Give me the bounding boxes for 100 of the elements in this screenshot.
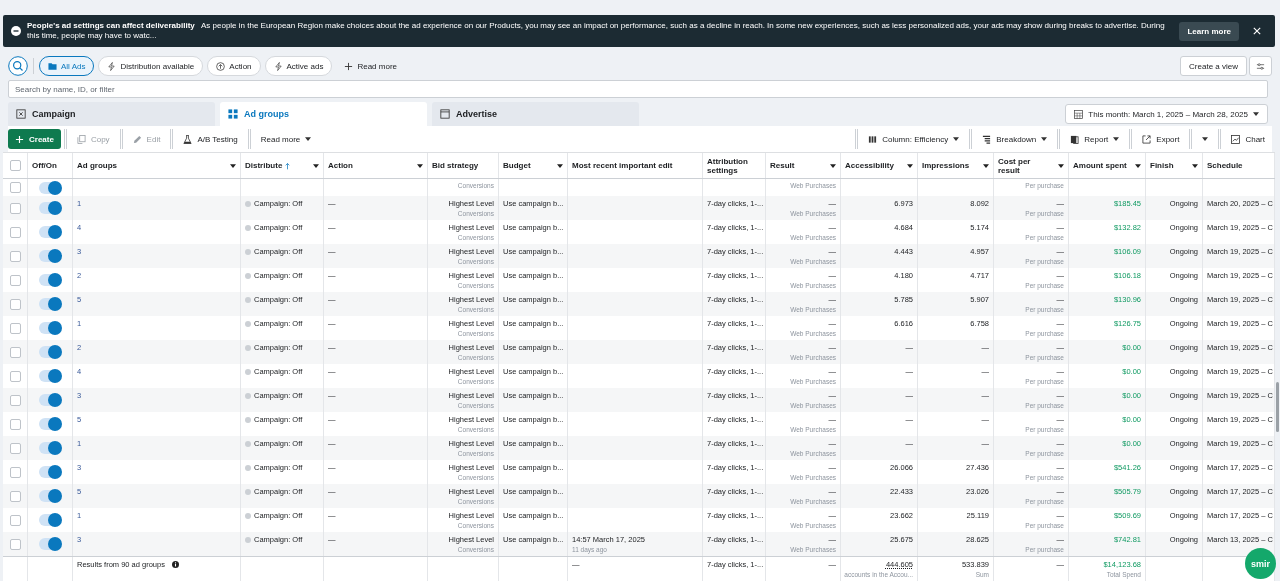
row-checkbox[interactable]: [9, 514, 21, 526]
row-checkbox[interactable]: [9, 202, 21, 214]
tab[interactable]: Advertise: [432, 102, 639, 126]
toggle-switch[interactable]: [39, 226, 61, 238]
toggle-switch[interactable]: [39, 466, 61, 478]
create-button[interactable]: Create: [8, 129, 61, 149]
row-checkbox[interactable]: [9, 442, 21, 454]
toggle-switch[interactable]: [39, 490, 61, 502]
lightning-icon: [107, 61, 117, 71]
row-checkbox[interactable]: [9, 274, 21, 286]
chart-icon: [1231, 134, 1241, 144]
toggle-switch[interactable]: [39, 370, 61, 382]
caret-icon[interactable]: [1058, 163, 1064, 168]
tab[interactable]: Ad groups: [220, 102, 427, 126]
folder-icon: [48, 61, 57, 71]
toggle-switch[interactable]: [39, 418, 61, 430]
column-header[interactable]: Most recent important edit: [572, 161, 673, 170]
pencil-icon: [132, 134, 142, 144]
column-header[interactable]: Bid strategy: [432, 161, 479, 170]
toggle-switch[interactable]: [39, 442, 61, 454]
column-header[interactable]: Impressions: [922, 161, 970, 170]
row-checkbox[interactable]: [9, 250, 21, 262]
create-view-button[interactable]: Create a view: [1180, 56, 1247, 76]
toolbar-button[interactable]: Column: Efficiency: [861, 129, 967, 149]
report-icon: [1070, 134, 1080, 144]
caret-icon[interactable]: [907, 163, 913, 168]
toolbar-button[interactable]: Breakdown: [975, 129, 1055, 149]
columns-icon: [868, 134, 878, 144]
toggle-switch[interactable]: [39, 274, 61, 286]
tab[interactable]: Campaign: [8, 102, 215, 126]
column-header[interactable]: Finish: [1150, 161, 1174, 170]
toggle-switch[interactable]: [39, 298, 61, 310]
row-checkbox[interactable]: [9, 490, 21, 502]
search-field[interactable]: Search by name, ID, or filter: [8, 80, 1268, 98]
caret-icon[interactable]: [557, 163, 563, 168]
grid-icon: [228, 109, 238, 119]
sliders-icon: [1256, 61, 1265, 71]
toggle-switch[interactable]: [39, 322, 61, 334]
sort-ascending-icon[interactable]: [285, 161, 291, 170]
toolbar-button[interactable]: Chart: [1224, 129, 1272, 149]
row-checkbox[interactable]: [9, 418, 21, 430]
caret-icon[interactable]: [1135, 163, 1141, 168]
column-header[interactable]: Result: [770, 161, 795, 170]
column-header[interactable]: Cost per result: [998, 156, 1052, 175]
row-checkbox[interactable]: [9, 226, 21, 238]
caret-icon: [1253, 112, 1259, 116]
toolbar-button[interactable]: Report: [1063, 129, 1127, 149]
row-checkbox[interactable]: [9, 370, 21, 382]
caret-icon: [1202, 137, 1209, 141]
column-header[interactable]: Accessibility: [845, 161, 894, 170]
close-icon[interactable]: [1253, 27, 1261, 35]
filter-chip[interactable]: Active ads: [264, 56, 333, 76]
caret-icon[interactable]: [983, 163, 989, 168]
export-icon: [1142, 134, 1152, 144]
row-checkbox[interactable]: [9, 394, 21, 406]
caret-icon: [1113, 137, 1120, 141]
column-header[interactable]: Budget: [503, 161, 531, 170]
caret-icon: [953, 137, 960, 141]
toolbar-button[interactable]: A/B Testing: [176, 129, 245, 149]
column-header[interactable]: Attribution settings: [707, 156, 758, 175]
column-header[interactable]: Schedule: [1207, 161, 1243, 170]
read-more-button[interactable]: Read more: [253, 129, 319, 149]
column-header[interactable]: Action: [328, 161, 353, 170]
column-header[interactable]: Distribute: [245, 161, 283, 170]
toggle-switch[interactable]: [39, 538, 61, 550]
caret-icon: [305, 137, 312, 141]
caret-icon[interactable]: [1192, 163, 1198, 168]
row-checkbox[interactable]: [9, 346, 21, 358]
arrow-circle-icon: [216, 61, 226, 71]
window-icon: [440, 109, 450, 119]
filter-chip[interactable]: All Ads: [39, 56, 95, 76]
filter-chip[interactable]: Action: [207, 56, 261, 76]
toggle-switch[interactable]: [39, 181, 61, 194]
caret-icon[interactable]: [830, 163, 836, 168]
row-checkbox[interactable]: [9, 322, 21, 334]
toolbar-button[interactable]: Export: [1135, 129, 1187, 149]
toggle-switch[interactable]: [39, 202, 61, 214]
info-icon[interactable]: [171, 561, 179, 568]
search-icon[interactable]: [8, 56, 28, 76]
column-header[interactable]: Off/On: [32, 161, 57, 170]
row-checkbox[interactable]: [9, 466, 21, 478]
toggle-switch[interactable]: [39, 250, 61, 262]
learn-more-button[interactable]: Learn more: [1179, 21, 1239, 41]
toggle-switch[interactable]: [39, 346, 61, 358]
caret-icon[interactable]: [417, 163, 423, 168]
read-more-button[interactable]: Read more: [336, 56, 405, 76]
column-header[interactable]: Ad groups: [77, 161, 117, 170]
caret-icon[interactable]: [230, 163, 236, 168]
toggle-switch[interactable]: [39, 514, 61, 526]
row-checkbox[interactable]: [9, 182, 21, 193]
caret-icon[interactable]: [313, 163, 319, 168]
row-checkbox[interactable]: [9, 538, 21, 550]
row-checkbox[interactable]: [9, 298, 21, 310]
select-all-checkbox[interactable]: [9, 160, 21, 171]
copy-icon: [76, 134, 86, 144]
toggle-switch[interactable]: [39, 394, 61, 406]
date-range-button[interactable]: This month: March 1, 2025 – March 28, 2025: [1065, 104, 1268, 124]
column-header[interactable]: Amount spent: [1073, 161, 1127, 170]
filter-chip[interactable]: Distribution available: [98, 56, 204, 76]
settings-button[interactable]: [1249, 56, 1272, 76]
